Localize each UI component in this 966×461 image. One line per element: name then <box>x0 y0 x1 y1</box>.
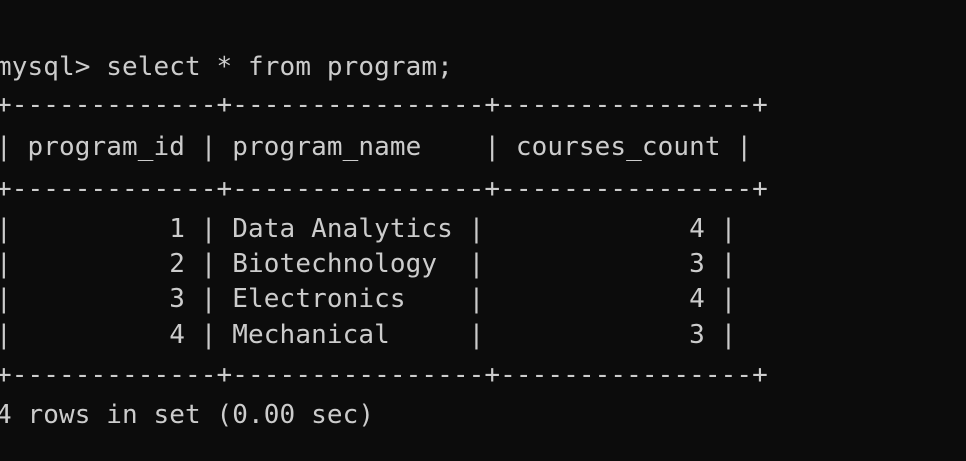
table-row: | 2 | Biotechnology | 3 | <box>0 249 737 279</box>
command-line: mysql> select * from program; <box>0 52 453 82</box>
table-border-bottom: +-------------+----------------+--------… <box>0 360 768 390</box>
result-summary: 4 rows in set (0.00 sec) <box>0 400 375 430</box>
table-row: | 1 | Data Analytics | 4 | <box>0 214 737 244</box>
table-row: | 4 | Mechanical | 3 | <box>0 320 737 350</box>
table-border-top: +-------------+----------------+--------… <box>0 90 768 120</box>
terminal-window[interactable]: mysql> select * from program; +---------… <box>0 0 966 461</box>
table-row: | 3 | Electronics | 4 | <box>0 284 737 314</box>
table-header-row: | program_id | program_name | courses_co… <box>0 132 753 162</box>
table-border-middle: +-------------+----------------+--------… <box>0 174 768 204</box>
